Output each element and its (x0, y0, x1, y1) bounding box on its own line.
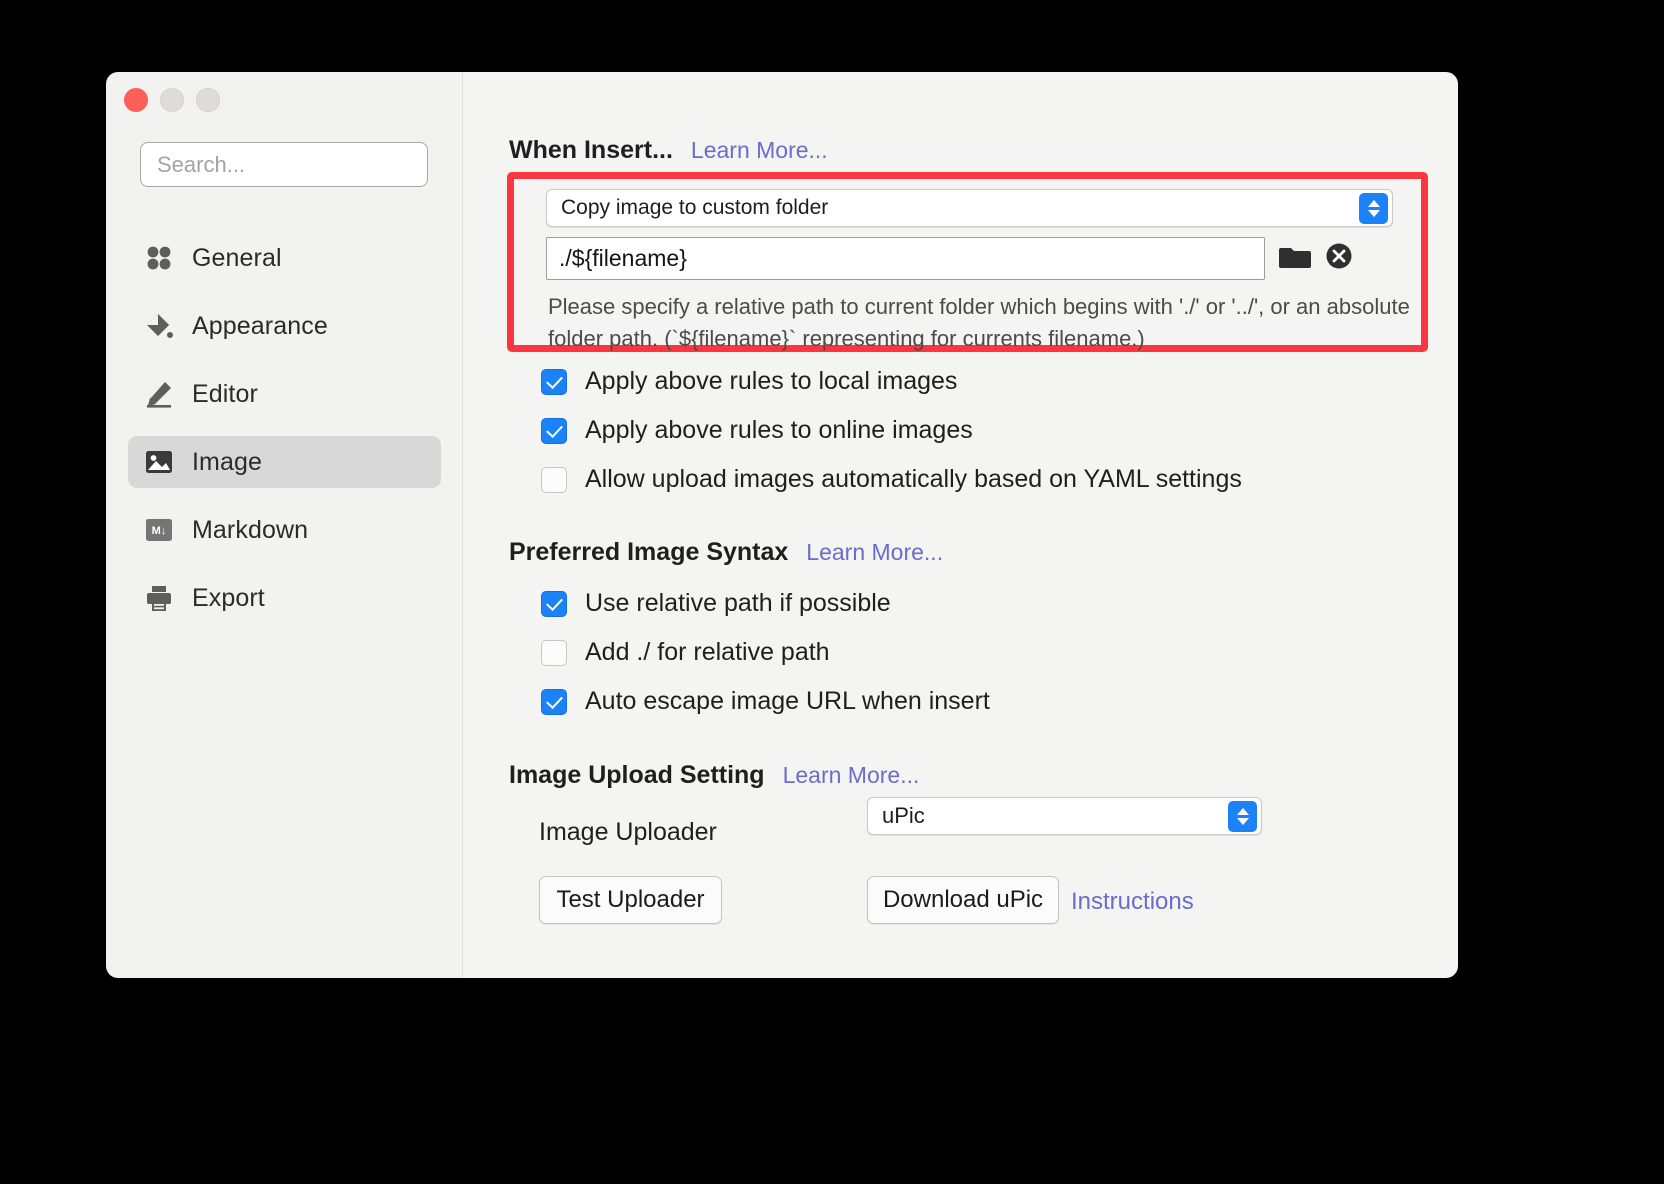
checkbox-box[interactable] (541, 417, 567, 444)
markdown-icon: M↓ (142, 513, 176, 547)
maximize-window-button[interactable] (196, 88, 220, 112)
checkbox-label: Allow upload images automatically based … (585, 465, 1242, 493)
traffic-light-controls (124, 88, 220, 112)
sidebar-item-general[interactable]: General (128, 232, 441, 284)
checkbox-use-relative-path[interactable]: Use relative path if possible (541, 589, 891, 618)
image-uploader-select-value: uPic (882, 803, 925, 828)
checkbox-apply-local-images[interactable]: Apply above rules to local images (541, 367, 957, 396)
sidebar-item-markdown[interactable]: M↓ Markdown (128, 504, 441, 556)
section-title: Preferred Image Syntax (509, 538, 789, 566)
printer-icon (142, 581, 176, 615)
image-uploader-select[interactable]: uPic (867, 797, 1262, 835)
screenshot-root: General Appearance (0, 0, 1664, 1184)
search-field-wrapper (140, 142, 428, 187)
preferences-window: General Appearance (106, 72, 1458, 978)
custom-path-input[interactable] (546, 237, 1265, 280)
checkbox-label: Auto escape image URL when insert (585, 687, 990, 715)
sidebar-item-label: Export (192, 583, 265, 612)
sidebar-item-appearance[interactable]: Appearance (128, 300, 441, 352)
checkbox-box[interactable] (541, 688, 567, 715)
svg-text:M↓: M↓ (152, 525, 167, 537)
sidebar-item-label: Markdown (192, 515, 309, 544)
sidebar-item-label: Appearance (192, 311, 328, 340)
test-uploader-button[interactable]: Test Uploader (539, 876, 722, 924)
image-upload-setting-header: Image Upload Setting Learn More... (509, 761, 919, 790)
highlight-box: Copy image to custom folder ./${filename… (507, 172, 1428, 352)
section-title: Image Upload Setting (509, 761, 765, 789)
settings-content: When Insert... Learn More... Copy image … (463, 72, 1458, 978)
checkbox-box[interactable] (541, 639, 567, 666)
download-upic-button-label: Download uPic (882, 886, 1044, 913)
custom-path-helper-text: Please specify a relative path to curren… (548, 294, 1410, 351)
pencil-icon (142, 377, 176, 411)
image-uploader-label: Image Uploader (539, 818, 717, 846)
folder-icon[interactable] (1279, 242, 1311, 275)
close-window-button[interactable] (124, 88, 148, 112)
paint-bucket-icon (142, 309, 176, 343)
checkbox-box[interactable] (541, 466, 567, 493)
select-stepper-icon[interactable] (1228, 801, 1257, 832)
sidebar-item-export[interactable]: Export (128, 572, 441, 624)
search-input[interactable] (140, 142, 428, 187)
minimize-window-button[interactable] (160, 88, 184, 112)
four-dots-icon (142, 241, 176, 275)
learn-more-link-when-insert[interactable]: Learn More... (691, 137, 828, 164)
checkbox-label: Use relative path if possible (585, 589, 891, 617)
download-upic-button[interactable]: Download uPic (867, 876, 1059, 924)
test-uploader-button-label: Test Uploader (556, 886, 705, 913)
checkbox-label: Add ./ for relative path (585, 638, 830, 666)
checkbox-auto-escape-url[interactable]: Auto escape image URL when insert (541, 687, 990, 716)
checkbox-box[interactable] (541, 590, 567, 617)
select-stepper-icon[interactable] (1359, 193, 1388, 224)
sidebar-nav: General Appearance Editor Image M↓ Markd… (128, 232, 441, 640)
learn-more-link-preferred-syntax[interactable]: Learn More... (806, 539, 943, 566)
sidebar-item-label: Editor (192, 379, 258, 408)
preferred-image-syntax-header: Preferred Image Syntax Learn More... (509, 538, 943, 567)
checkbox-label: Apply above rules to online images (585, 416, 973, 444)
sidebar-item-label: General (192, 243, 282, 272)
checkbox-allow-auto-upload-yaml[interactable]: Allow upload images automatically based … (541, 465, 1242, 494)
sidebar-item-editor[interactable]: Editor (128, 368, 441, 420)
insert-action-select[interactable]: Copy image to custom folder (546, 189, 1393, 227)
picture-icon (142, 445, 176, 479)
when-insert-header: When Insert... Learn More... (509, 136, 828, 165)
insert-action-select-row: Copy image to custom folder (546, 189, 1393, 227)
custom-path-row (546, 237, 1353, 280)
insert-action-select-value: Copy image to custom folder (561, 196, 829, 219)
learn-more-link-upload-setting[interactable]: Learn More... (783, 762, 920, 789)
sidebar-item-image[interactable]: Image (128, 436, 441, 488)
sidebar-item-label: Image (192, 447, 262, 476)
checkbox-label: Apply above rules to local images (585, 367, 958, 395)
checkbox-box[interactable] (541, 368, 567, 395)
sidebar: General Appearance (106, 72, 463, 978)
section-title: When Insert... (509, 136, 673, 164)
checkbox-apply-online-images[interactable]: Apply above rules to online images (541, 416, 973, 445)
checkbox-add-dot-slash[interactable]: Add ./ for relative path (541, 638, 830, 667)
clear-circle-icon[interactable] (1325, 242, 1353, 275)
instructions-link[interactable]: Instructions (1071, 888, 1194, 916)
